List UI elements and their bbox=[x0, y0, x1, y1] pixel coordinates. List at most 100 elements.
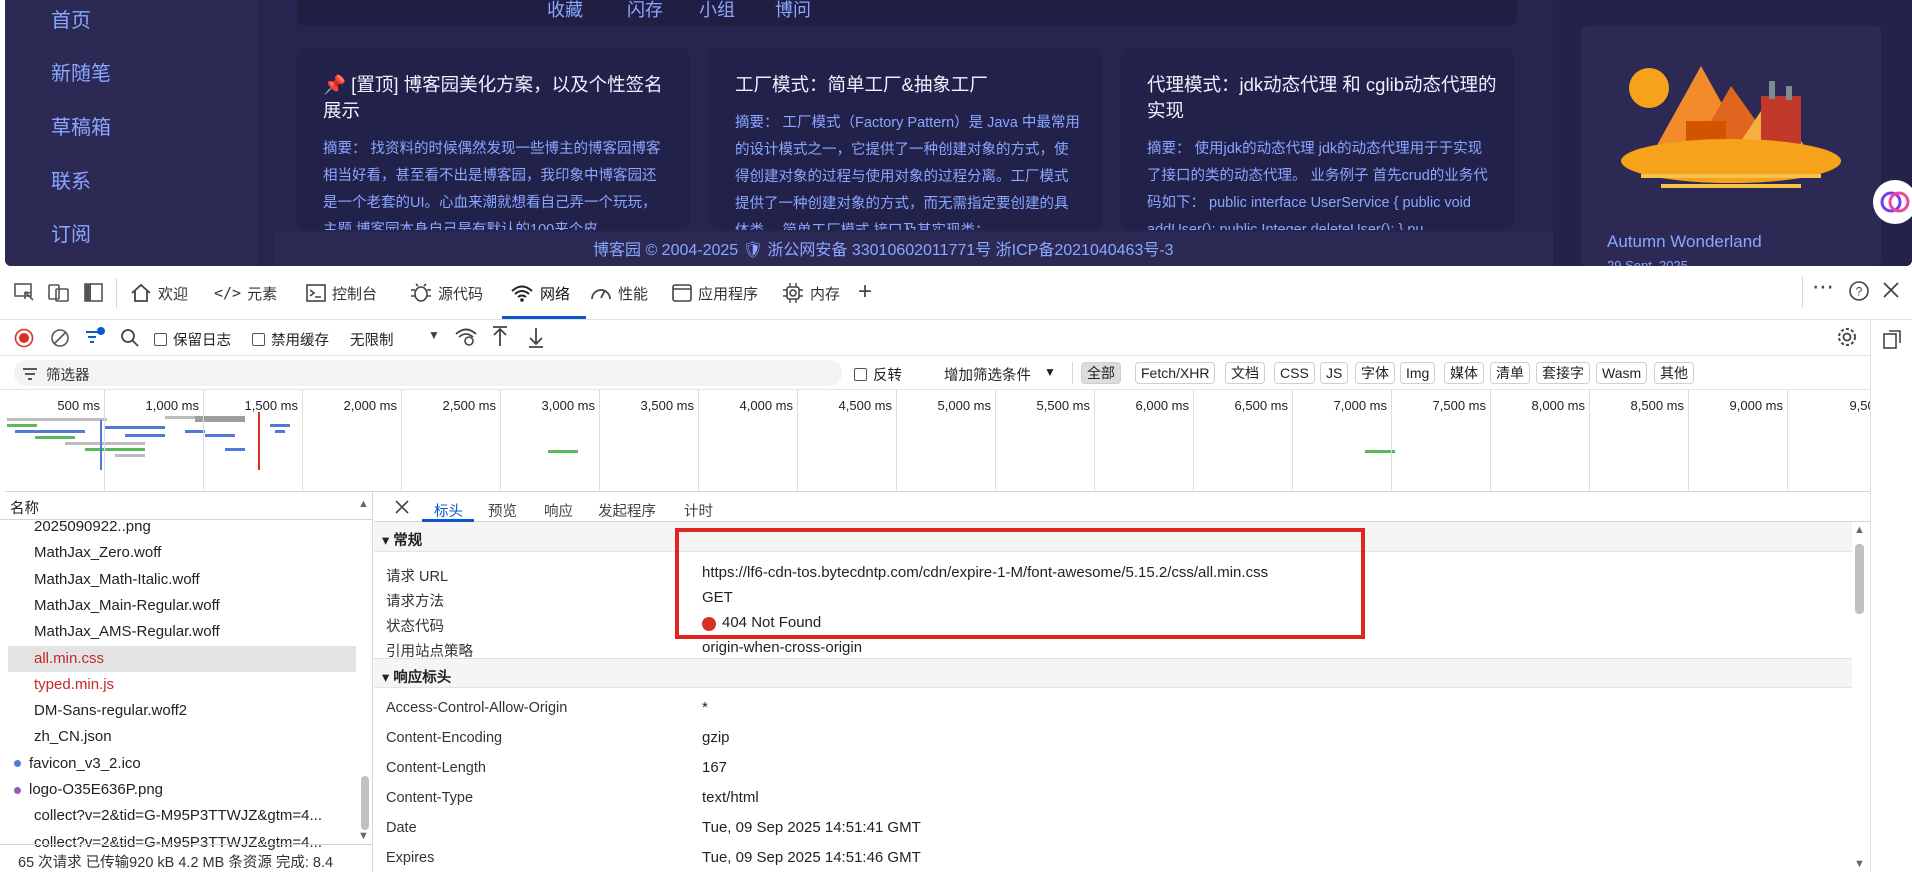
search-icon[interactable] bbox=[120, 328, 140, 348]
request-row[interactable]: MathJax_Math-Italic.woff bbox=[8, 567, 356, 593]
record-stop-icon[interactable] bbox=[14, 328, 34, 348]
scrollbar-thumb[interactable] bbox=[1855, 544, 1864, 614]
network-conditions-icon[interactable] bbox=[454, 326, 478, 348]
request-row[interactable]: zh_CN.json bbox=[8, 724, 356, 750]
checkbox-box[interactable] bbox=[854, 368, 867, 381]
checkbox-box[interactable] bbox=[252, 333, 265, 346]
tab-performance[interactable]: 性能 bbox=[590, 280, 648, 306]
dock-side-icon[interactable] bbox=[84, 283, 104, 303]
scroll-up-icon[interactable]: ▲ bbox=[358, 498, 369, 510]
type-filter-all[interactable]: 全部 bbox=[1081, 362, 1121, 384]
header-value[interactable]: gzip bbox=[702, 729, 730, 746]
featured-title[interactable]: Autumn Wonderland bbox=[1607, 232, 1762, 252]
post-title[interactable]: 📌 [置顶] 博客园美化方案，以及个性签名展示 bbox=[323, 72, 673, 124]
disable-cache-checkbox[interactable]: 禁用缓存 bbox=[252, 329, 329, 350]
more-filters-dropdown[interactable]: 增加筛选条件 bbox=[944, 364, 1031, 385]
add-tab-icon[interactable]: + bbox=[858, 278, 872, 306]
featured-card[interactable] bbox=[1581, 26, 1881, 266]
nav-drafts[interactable]: 草稿箱 bbox=[51, 111, 111, 140]
request-row[interactable]: DM-Sans-regular.woff2 bbox=[8, 698, 356, 724]
dock-icon[interactable] bbox=[1883, 330, 1901, 350]
nav-subscribe[interactable]: 订阅 bbox=[51, 218, 91, 247]
timeline-overview[interactable]: 500 ms 1,000 ms 1,500 ms 2,000 ms 2,500 ms 3,… bbox=[5, 390, 1887, 492]
post-card[interactable]: 工厂模式：简单工厂&抽象工厂 摘要： 工厂模式（Factory Pattern）… bbox=[709, 48, 1102, 230]
detail-tab-timing[interactable]: 计时 bbox=[684, 500, 713, 521]
tab-memory[interactable]: 内存 bbox=[782, 280, 840, 306]
chevron-down-icon[interactable]: ▼ bbox=[1044, 365, 1056, 379]
request-row[interactable]: all.min.css bbox=[8, 645, 356, 672]
request-row[interactable]: logo-O35E636P.png bbox=[8, 777, 356, 803]
header-value[interactable]: text/html bbox=[702, 789, 759, 806]
request-row[interactable]: 2025090922..png bbox=[8, 514, 356, 540]
header-value[interactable]: Tue, 09 Sep 2025 14:51:41 GMT bbox=[702, 819, 921, 836]
referrer-policy-value[interactable]: origin-when-cross-origin bbox=[702, 639, 862, 656]
post-title[interactable]: 代理模式：jdk动态代理 和 cglib动态代理的实现 bbox=[1147, 72, 1497, 124]
request-row[interactable]: MathJax_Main-Regular.woff bbox=[8, 593, 356, 619]
request-row[interactable]: favicon_v3_2.ico bbox=[8, 751, 356, 777]
type-filter-socket[interactable]: 套接字 bbox=[1536, 362, 1590, 384]
request-row[interactable]: collect?v=2&tid=G-M95P3TTWJZ&gtm=4... bbox=[8, 803, 356, 829]
device-toolbar-icon[interactable] bbox=[48, 283, 70, 303]
header-value[interactable]: * bbox=[702, 699, 708, 716]
preserve-log-checkbox[interactable]: 保留日志 bbox=[154, 329, 231, 350]
export-har-icon[interactable] bbox=[526, 326, 546, 348]
post-card[interactable]: 📌 [置顶] 博客园美化方案，以及个性签名展示 摘要： 找资料的时候偶然发现一些… bbox=[297, 48, 690, 230]
type-filter-img[interactable]: Img bbox=[1400, 362, 1436, 384]
type-filter-fetch-xhr[interactable]: Fetch/XHR bbox=[1135, 362, 1216, 384]
tab-application[interactable]: 应用程序 bbox=[672, 280, 758, 306]
throttle-select[interactable]: 无限制 bbox=[350, 329, 394, 350]
scroll-down-icon[interactable]: ▼ bbox=[1854, 858, 1865, 870]
nav-new-post[interactable]: 新随笔 bbox=[51, 57, 111, 86]
invert-checkbox[interactable]: 反转 bbox=[854, 364, 902, 385]
inspect-icon[interactable] bbox=[14, 283, 36, 303]
header-value[interactable]: Tue, 09 Sep 2025 14:51:46 GMT bbox=[702, 849, 921, 866]
menu-groups[interactable]: 小组 bbox=[699, 0, 735, 22]
request-row[interactable]: MathJax_AMS-Regular.woff bbox=[8, 619, 356, 645]
post-title[interactable]: 工厂模式：简单工厂&抽象工厂 bbox=[735, 72, 1085, 98]
scroll-down-icon[interactable]: ▼ bbox=[358, 830, 369, 842]
type-filter-js[interactable]: JS bbox=[1320, 362, 1349, 384]
tab-elements[interactable]: </> 元素 bbox=[214, 280, 277, 306]
menu-questions[interactable]: 博问 bbox=[775, 0, 811, 22]
filter-toggle-icon[interactable] bbox=[84, 326, 106, 348]
type-filter-doc[interactable]: 文档 bbox=[1225, 362, 1265, 384]
detail-tab-response[interactable]: 响应 bbox=[544, 500, 573, 521]
gear-icon[interactable] bbox=[1836, 326, 1858, 348]
nav-home[interactable]: 首页 bbox=[51, 4, 91, 33]
post-card[interactable]: 代理模式：jdk动态代理 和 cglib动态代理的实现 摘要： 使用jdk的动态… bbox=[1121, 48, 1514, 230]
nav-contact[interactable]: 联系 bbox=[51, 165, 91, 194]
type-filter-css[interactable]: CSS bbox=[1274, 362, 1315, 384]
menu-favorites[interactable]: 收藏 bbox=[547, 0, 583, 22]
tab-network[interactable]: 网络 bbox=[510, 280, 570, 306]
chevron-down-icon[interactable]: ▼ bbox=[428, 328, 440, 342]
menu-flash[interactable]: 闪存 bbox=[627, 0, 663, 22]
type-filter-font[interactable]: 字体 bbox=[1355, 362, 1395, 384]
filter-input[interactable]: 筛选器 bbox=[14, 360, 842, 386]
checkbox-box[interactable] bbox=[154, 333, 167, 346]
tab-console[interactable]: 控制台 bbox=[306, 280, 377, 306]
type-filter-media[interactable]: 媒体 bbox=[1444, 362, 1484, 384]
type-filter-wasm[interactable]: Wasm bbox=[1596, 362, 1648, 384]
more-options-icon[interactable]: ⋯ bbox=[1812, 274, 1835, 300]
help-icon[interactable]: ? bbox=[1848, 280, 1870, 302]
close-icon[interactable] bbox=[1882, 281, 1900, 299]
file-type-icon bbox=[14, 760, 21, 768]
tab-sources[interactable]: 源代码 bbox=[410, 280, 483, 306]
timeline-tick-label: 4,500 ms bbox=[838, 398, 892, 413]
import-har-icon[interactable] bbox=[490, 326, 510, 348]
scroll-up-icon[interactable]: ▲ bbox=[1854, 524, 1865, 536]
type-filter-manifest[interactable]: 清单 bbox=[1490, 362, 1530, 384]
request-row[interactable]: typed.min.js bbox=[8, 672, 356, 698]
detail-tab-headers[interactable]: 标头 bbox=[434, 500, 463, 521]
response-headers-section-header[interactable]: ▾ 响应标头 bbox=[374, 658, 1852, 688]
detail-tab-initiator[interactable]: 发起程序 bbox=[598, 500, 656, 521]
tab-welcome[interactable]: 欢迎 bbox=[130, 280, 188, 306]
close-details-icon[interactable] bbox=[394, 499, 410, 515]
header-value[interactable]: 167 bbox=[702, 759, 727, 776]
type-filter-other[interactable]: 其他 bbox=[1654, 362, 1694, 384]
clear-icon[interactable] bbox=[50, 328, 70, 348]
scrollbar-thumb[interactable] bbox=[361, 776, 369, 830]
detail-tab-preview[interactable]: 预览 bbox=[488, 500, 517, 521]
ai-assistant-button[interactable] bbox=[1873, 180, 1912, 224]
request-row[interactable]: MathJax_Zero.woff bbox=[8, 540, 356, 566]
